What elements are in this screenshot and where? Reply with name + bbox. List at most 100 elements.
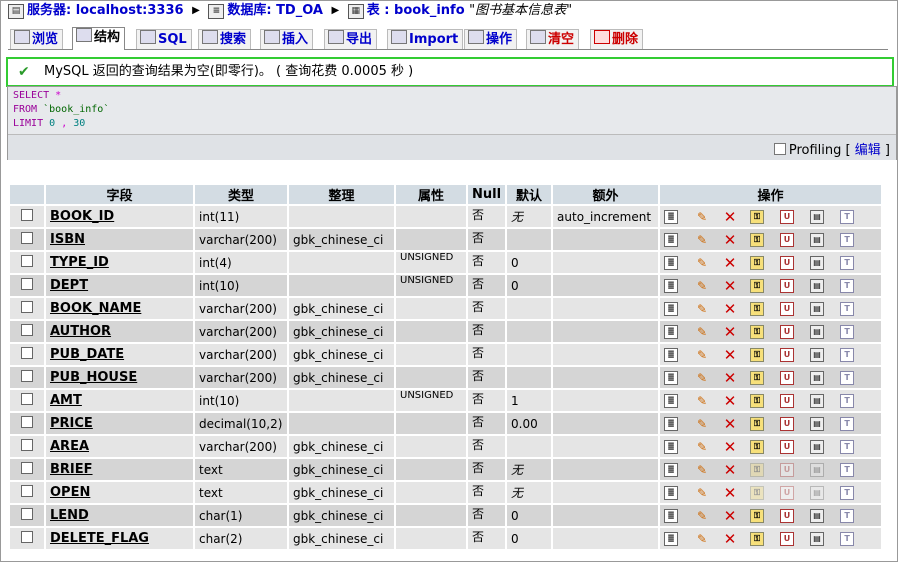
drop-icon[interactable]: ✕ [722, 508, 738, 524]
tab-search[interactable]: 搜索 [198, 29, 252, 49]
breadcrumb-database[interactable]: 数据库: TD_OA [227, 3, 323, 18]
tab-operations[interactable]: 操作 [464, 29, 518, 49]
tab-export[interactable]: 导出 [324, 29, 378, 49]
edit-icon[interactable]: ✎ [694, 462, 710, 478]
primary-key-icon[interactable]: ⚿ [750, 324, 765, 339]
tab-empty[interactable]: 清空 [526, 29, 580, 49]
unique-icon[interactable]: U [780, 278, 795, 293]
drop-icon[interactable]: ✕ [722, 393, 738, 409]
drop-icon[interactable]: ✕ [722, 301, 738, 317]
fulltext-icon[interactable]: T [840, 462, 855, 477]
breadcrumb-server[interactable]: 服务器: localhost:3336 [27, 3, 184, 18]
fulltext-icon[interactable]: T [840, 232, 855, 247]
drop-icon[interactable]: ✕ [722, 531, 738, 547]
primary-key-icon[interactable]: ⚿ [750, 508, 765, 523]
unique-icon[interactable]: U [780, 255, 795, 270]
browse-distinct-icon[interactable]: ≣ [664, 416, 679, 431]
field-name[interactable]: ISBN [50, 232, 85, 247]
browse-distinct-icon[interactable]: ≣ [664, 508, 679, 523]
browse-distinct-icon[interactable]: ≣ [664, 278, 679, 293]
row-checkbox[interactable] [21, 439, 33, 451]
unique-icon[interactable]: U [780, 232, 795, 247]
drop-icon[interactable]: ✕ [722, 416, 738, 432]
edit-link[interactable]: 编辑 [855, 143, 881, 158]
edit-icon[interactable]: ✎ [694, 370, 710, 386]
field-name[interactable]: AUTHOR [50, 324, 111, 339]
primary-key-icon[interactable]: ⚿ [750, 485, 765, 500]
row-checkbox[interactable] [21, 232, 33, 244]
row-checkbox[interactable] [21, 485, 33, 497]
index-icon[interactable]: ▤ [810, 347, 825, 362]
tab-browse[interactable]: 浏览 [10, 29, 64, 49]
index-icon[interactable]: ▤ [810, 278, 825, 293]
primary-key-icon[interactable]: ⚿ [750, 255, 765, 270]
index-icon[interactable]: ▤ [810, 393, 825, 408]
field-name[interactable]: DEPT [50, 278, 88, 293]
unique-icon[interactable]: U [780, 370, 795, 385]
unique-icon[interactable]: U [780, 209, 795, 224]
drop-icon[interactable]: ✕ [722, 278, 738, 294]
unique-icon[interactable]: U [780, 462, 795, 477]
unique-icon[interactable]: U [780, 485, 795, 500]
row-checkbox[interactable] [21, 301, 33, 313]
primary-key-icon[interactable]: ⚿ [750, 439, 765, 454]
index-icon[interactable]: ▤ [810, 232, 825, 247]
row-checkbox[interactable] [21, 462, 33, 474]
field-name[interactable]: PRICE [50, 416, 93, 431]
fulltext-icon[interactable]: T [840, 324, 855, 339]
unique-icon[interactable]: U [780, 301, 795, 316]
field-name[interactable]: BOOK_NAME [50, 301, 141, 316]
edit-icon[interactable]: ✎ [694, 485, 710, 501]
drop-icon[interactable]: ✕ [722, 462, 738, 478]
index-icon[interactable]: ▤ [810, 324, 825, 339]
edit-icon[interactable]: ✎ [694, 347, 710, 363]
edit-icon[interactable]: ✎ [694, 278, 710, 294]
primary-key-icon[interactable]: ⚿ [750, 347, 765, 362]
drop-icon[interactable]: ✕ [722, 232, 738, 248]
index-icon[interactable]: ▤ [810, 439, 825, 454]
index-icon[interactable]: ▤ [810, 462, 825, 477]
edit-icon[interactable]: ✎ [694, 531, 710, 547]
unique-icon[interactable]: U [780, 531, 795, 546]
browse-distinct-icon[interactable]: ≣ [664, 301, 679, 316]
field-name[interactable]: PUB_DATE [50, 347, 124, 362]
field-name[interactable]: AREA [50, 439, 89, 454]
browse-distinct-icon[interactable]: ≣ [664, 531, 679, 546]
primary-key-icon[interactable]: ⚿ [750, 416, 765, 431]
fulltext-icon[interactable]: T [840, 508, 855, 523]
edit-icon[interactable]: ✎ [694, 439, 710, 455]
drop-icon[interactable]: ✕ [722, 347, 738, 363]
index-icon[interactable]: ▤ [810, 255, 825, 270]
field-name[interactable]: DELETE_FLAG [50, 531, 149, 546]
primary-key-icon[interactable]: ⚿ [750, 301, 765, 316]
index-icon[interactable]: ▤ [810, 508, 825, 523]
fulltext-icon[interactable]: T [840, 531, 855, 546]
index-icon[interactable]: ▤ [810, 531, 825, 546]
tab-insert[interactable]: 插入 [260, 29, 314, 49]
drop-icon[interactable]: ✕ [722, 485, 738, 501]
primary-key-icon[interactable]: ⚿ [750, 531, 765, 546]
primary-key-icon[interactable]: ⚿ [750, 370, 765, 385]
primary-key-icon[interactable]: ⚿ [750, 393, 765, 408]
row-checkbox[interactable] [21, 278, 33, 290]
browse-distinct-icon[interactable]: ≣ [664, 462, 679, 477]
index-icon[interactable]: ▤ [810, 301, 825, 316]
drop-icon[interactable]: ✕ [722, 439, 738, 455]
row-checkbox[interactable] [21, 255, 33, 267]
field-name[interactable]: BOOK_ID [50, 209, 114, 224]
fulltext-icon[interactable]: T [840, 439, 855, 454]
edit-icon[interactable]: ✎ [694, 508, 710, 524]
profiling-checkbox[interactable] [773, 143, 786, 155]
unique-icon[interactable]: U [780, 439, 795, 454]
edit-icon[interactable]: ✎ [694, 301, 710, 317]
row-checkbox[interactable] [21, 393, 33, 405]
unique-icon[interactable]: U [780, 347, 795, 362]
breadcrumb-table[interactable]: 表 : book_info [367, 3, 465, 18]
row-checkbox[interactable] [21, 347, 33, 359]
field-name[interactable]: TYPE_ID [50, 255, 109, 270]
field-name[interactable]: OPEN [50, 485, 90, 500]
unique-icon[interactable]: U [780, 508, 795, 523]
tab-structure[interactable]: 结构 [72, 27, 126, 50]
unique-icon[interactable]: U [780, 393, 795, 408]
fulltext-icon[interactable]: T [840, 301, 855, 316]
